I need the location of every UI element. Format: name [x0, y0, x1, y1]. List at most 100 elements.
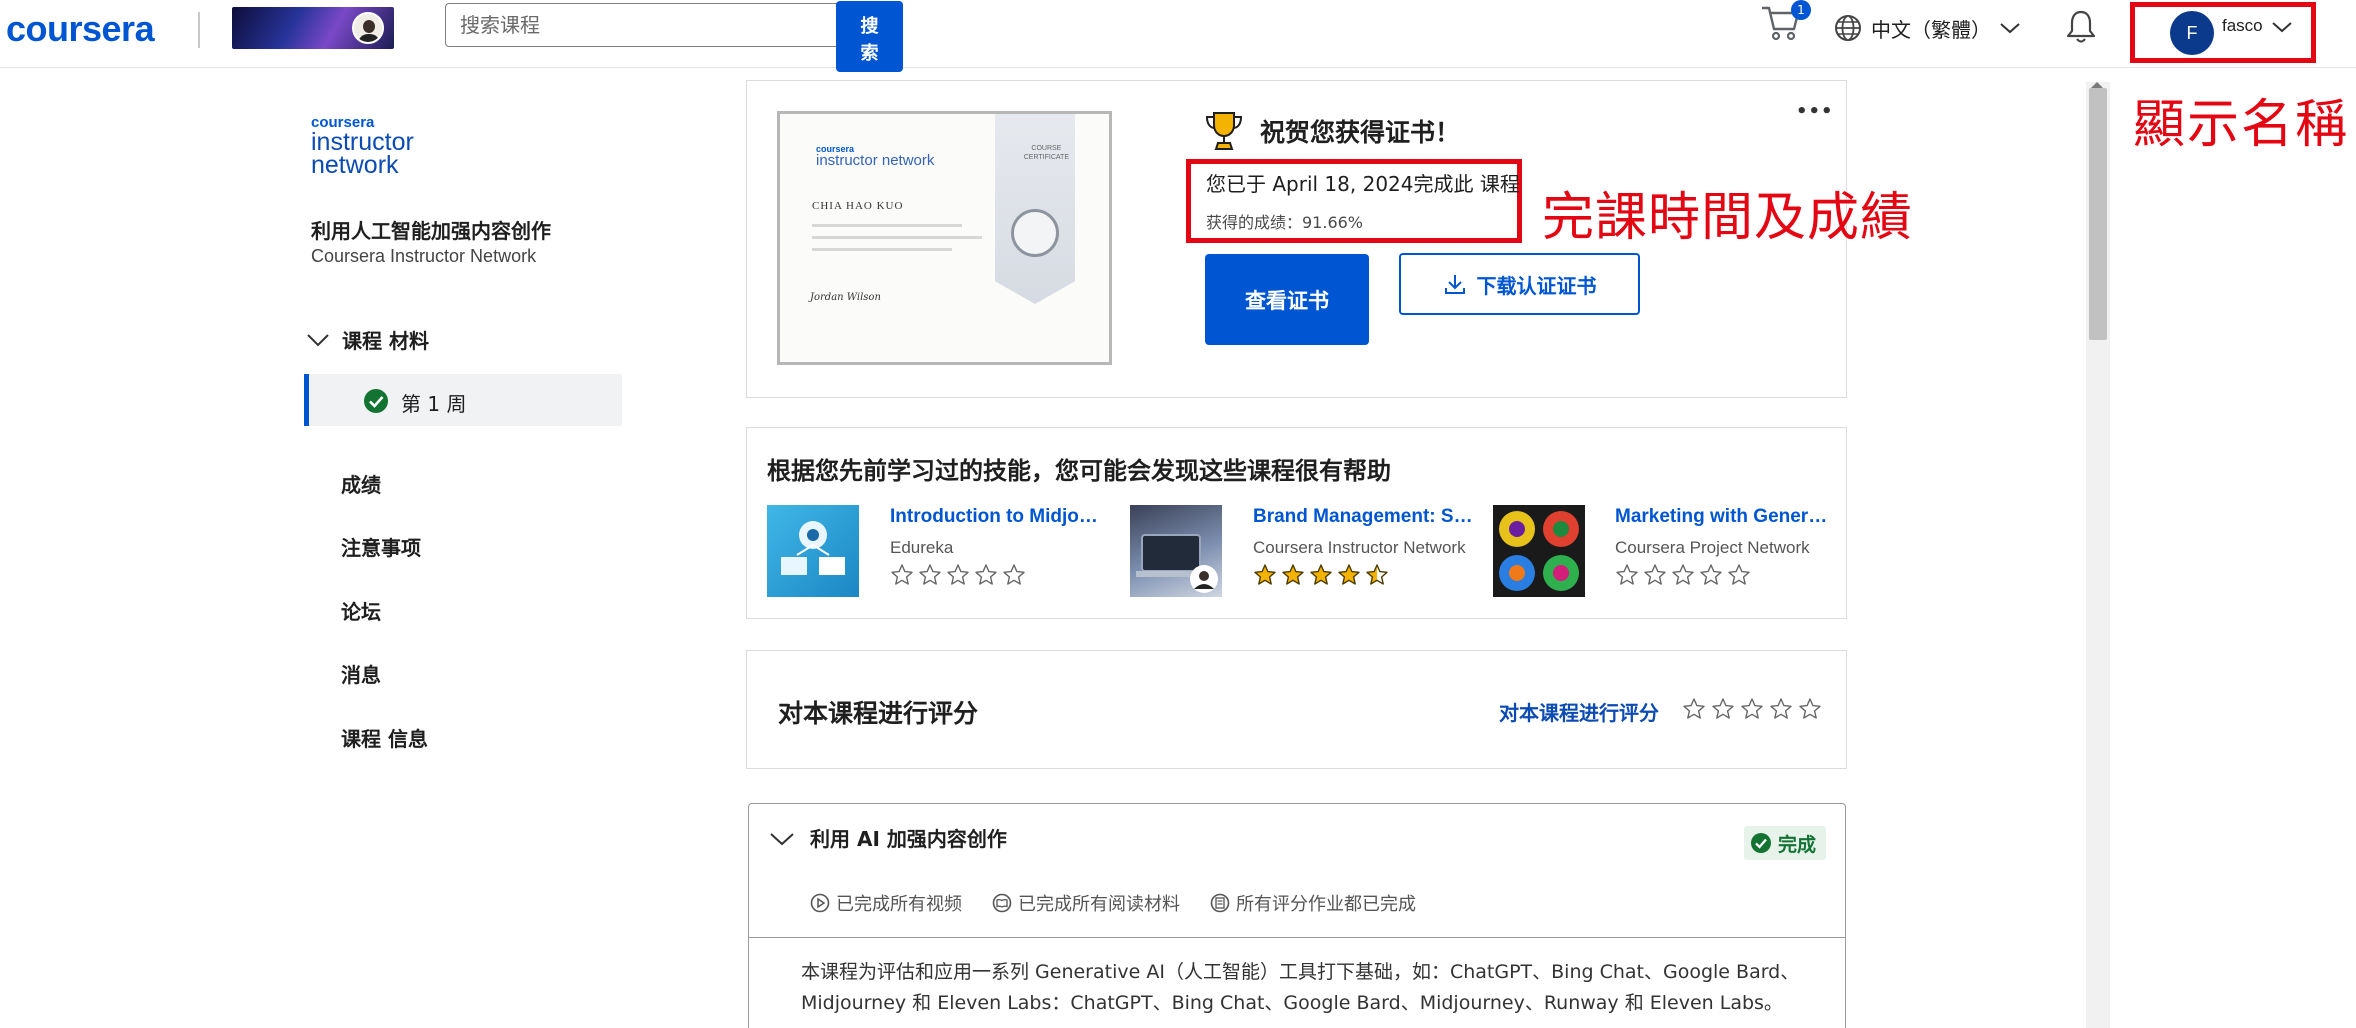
assignment-icon — [1210, 893, 1230, 913]
avatar[interactable]: F — [2170, 11, 2214, 55]
star-icon — [975, 564, 997, 585]
coursera-logo[interactable]: coursera — [6, 8, 155, 50]
rate-course-link[interactable]: 对本课程进行评分 — [1499, 697, 1659, 726]
star-icon — [1741, 698, 1763, 719]
sidebar-item-notes[interactable]: 注意事项 — [341, 532, 421, 561]
grade-text: 获得的成绩：91.66% — [1206, 213, 1364, 232]
chevron-down-icon[interactable] — [2271, 19, 2293, 35]
logo-divider — [198, 12, 200, 48]
stat-assignments: 所有评分作业都已完成 — [1210, 890, 1416, 916]
search-button[interactable]: 搜 索 — [836, 1, 903, 72]
sidebar-item-messages[interactable]: 消息 — [341, 659, 381, 688]
star-icon — [1799, 698, 1821, 719]
certificate-logo-line2: instructor network — [816, 152, 935, 169]
chevron-down-icon — [2000, 23, 2020, 34]
module-divider — [749, 937, 1845, 938]
rate-course-title: 对本课程进行评分 — [778, 699, 979, 728]
course-thumbnail[interactable] — [1130, 505, 1222, 597]
star-icon — [1282, 564, 1304, 585]
reading-icon — [992, 893, 1012, 913]
star-icon — [1683, 698, 1705, 719]
star-icon — [1616, 564, 1638, 585]
course-rating — [1615, 563, 1751, 587]
promo-banner[interactable] — [232, 7, 394, 49]
sidebar-item-course-info[interactable]: 课程 信息 — [341, 723, 428, 752]
status-badge: 完成 — [1744, 826, 1826, 860]
completion-date-text: 您已于 April 18, 2024完成此 课程 — [1206, 172, 1520, 196]
sidebar-item-forum[interactable]: 论坛 — [341, 596, 381, 625]
rate-course-stars[interactable] — [1682, 697, 1822, 721]
instructor-network-logo: coursera instructor network — [311, 115, 431, 179]
recommended-course-name[interactable]: Brand Management: S… — [1253, 506, 1473, 528]
star-icon — [1672, 564, 1694, 585]
logo-line3: network — [311, 151, 399, 179]
week-label: 第 1 周 — [401, 392, 467, 416]
recommended-course-name[interactable]: Introduction to Midjo… — [890, 506, 1098, 528]
star-icon — [1254, 564, 1276, 585]
annotation-display-name: 顯示名稱 — [2133, 95, 2350, 155]
download-certificate-button[interactable]: 下载认证证书 — [1399, 253, 1640, 315]
cart-count-badge: 1 — [1791, 0, 1811, 20]
stat-videos: 已完成所有视频 — [810, 890, 962, 916]
star-icon — [919, 564, 941, 585]
star-icon — [1338, 564, 1360, 585]
annotation-completion-time: 完課時間及成績 — [1542, 188, 1914, 248]
chevron-down-icon[interactable] — [769, 830, 795, 848]
course-thumbnail[interactable] — [1493, 505, 1585, 597]
certificate-thumbnail[interactable]: COURSE CERTIFICATE coursera instructor n… — [777, 111, 1112, 365]
language-label: 中文（繁體） — [1871, 17, 1991, 42]
play-circle-icon — [810, 893, 830, 913]
star-icon — [1644, 564, 1666, 585]
course-title: 利用人工智能加强内容创作 — [311, 219, 551, 243]
user-name[interactable]: fasco — [2222, 16, 2263, 36]
module-description: 本课程为评估和应用一系列 Generative AI（人工智能）工具打下基础，如… — [801, 961, 1800, 1014]
more-options-button[interactable]: ••• — [1796, 101, 1834, 122]
recommended-course-org: Coursera Instructor Network — [1253, 538, 1466, 557]
star-icon — [1770, 698, 1792, 719]
stat-readings-label: 已完成所有阅读材料 — [1018, 894, 1180, 915]
trophy-icon — [1205, 112, 1243, 150]
star-icon — [1700, 564, 1722, 585]
certificate-seal — [1011, 209, 1059, 257]
bell-icon[interactable] — [2065, 9, 2097, 45]
certificate-recipient: CHIA HAO KUO — [812, 200, 904, 212]
check-circle-icon — [1751, 833, 1771, 853]
banner-avatar — [352, 12, 384, 44]
course-thumbnail[interactable] — [767, 505, 859, 597]
recommended-course-org: Edureka — [890, 538, 954, 557]
module-title[interactable]: 利用 AI 加强内容创作 — [810, 823, 1007, 852]
view-certificate-button[interactable]: 查看证书 — [1205, 254, 1369, 345]
certificate-signature: Jordan Wilson — [810, 292, 881, 303]
materials-label: 课程 材料 — [342, 329, 429, 353]
star-icon — [1310, 564, 1332, 585]
language-selector[interactable]: 中文（繁體） — [1833, 12, 2021, 44]
stat-videos-label: 已完成所有视频 — [836, 894, 962, 915]
sidebar-item-grades[interactable]: 成绩 — [341, 469, 381, 498]
stat-readings: 已完成所有阅读材料 — [992, 890, 1180, 916]
course-provider: Coursera Instructor Network — [311, 246, 537, 266]
stat-assignments-label: 所有评分作业都已完成 — [1236, 894, 1416, 915]
star-icon — [1728, 564, 1750, 585]
check-circle-icon — [364, 389, 388, 413]
star-icon — [891, 564, 913, 585]
status-badge-label: 完成 — [1778, 833, 1817, 856]
chevron-down-icon — [307, 333, 329, 346]
module-stats: 已完成所有视频 已完成所有阅读材料 所有评分作业都已完成 — [810, 890, 1416, 916]
recommended-course-name[interactable]: Marketing with Gener… — [1615, 506, 1827, 528]
star-icon — [1003, 564, 1025, 585]
star-icon — [1712, 698, 1734, 719]
scrollbar-thumb[interactable] — [2089, 88, 2107, 340]
star-icon — [1366, 564, 1388, 585]
download-certificate-label: 下载认证证书 — [1476, 273, 1597, 298]
course-materials-toggle[interactable]: 课程 材料 — [306, 325, 429, 354]
course-rating — [890, 563, 1026, 587]
course-rating — [1253, 563, 1389, 587]
congrats-heading: 祝贺您获得证书！ — [1260, 118, 1461, 147]
globe-icon — [1835, 15, 1861, 41]
recommendations-title: 根据您先前学习过的技能，您可能会发现这些课程很有帮助 — [767, 457, 1391, 485]
download-icon — [1444, 275, 1465, 294]
certificate-corner-text: COURSE CERTIFICATE — [1023, 145, 1069, 161]
recommended-course-org: Coursera Project Network — [1615, 538, 1810, 557]
star-icon — [947, 564, 969, 585]
search-input[interactable] — [445, 3, 837, 47]
